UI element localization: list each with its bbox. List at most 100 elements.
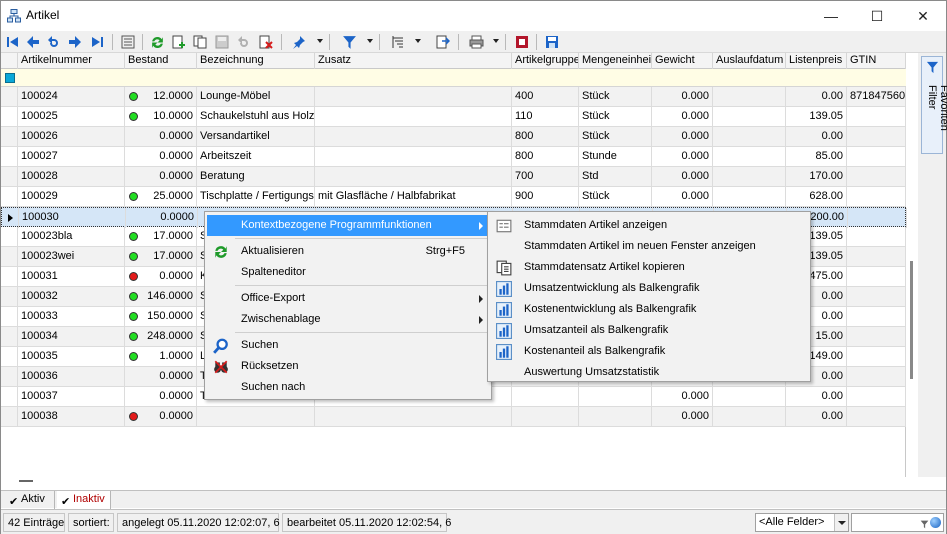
cell-bestand[interactable]: 146.0000	[125, 287, 197, 307]
cell-mengeneinheit[interactable]: Std	[579, 167, 652, 187]
cell-bezeichnung[interactable]: Beratung	[197, 167, 315, 187]
menu-item-kontextbezogene-programmfunktionen[interactable]: Kontextbezogene Programmfunktionen	[207, 215, 489, 236]
cell-auslaufdatum[interactable]	[713, 107, 786, 127]
cell-gtin[interactable]	[847, 167, 906, 187]
cell-artikelnummer[interactable]: 100029	[18, 187, 125, 207]
cell-artikelgruppe[interactable]	[512, 407, 579, 427]
save-layout-button[interactable]	[544, 34, 560, 50]
cell-artikelnummer[interactable]: 100024	[18, 87, 125, 107]
cell-zusatz[interactable]	[315, 127, 512, 147]
cell-mengeneinheit[interactable]: Stück	[579, 127, 652, 147]
cell-artikelnummer[interactable]: 100028	[18, 167, 125, 187]
cell-artikelnummer[interactable]: 100037	[18, 387, 125, 407]
header-gewicht[interactable]: Gewicht	[652, 53, 713, 69]
cell-auslaufdatum[interactable]	[713, 87, 786, 107]
cell-bezeichnung[interactable]: Arbeitszeit	[197, 147, 315, 167]
cell-bestand[interactable]: 10.0000	[125, 107, 197, 127]
row-indicator[interactable]	[1, 287, 18, 307]
undo-button[interactable]	[46, 34, 62, 50]
search-input[interactable]	[851, 513, 944, 532]
row-indicator[interactable]	[1, 107, 18, 127]
table-row[interactable]: 100024 12.0000 Lounge-Möbel 400 Stück 0.000 0.…	[1, 87, 906, 107]
submenu-item-stammdaten-neues-fenster[interactable]: Stammdaten Artikel im neuen Fenster anze…	[490, 236, 808, 257]
cell-bestand[interactable]: 0.0000	[125, 367, 197, 387]
cell-artikelgruppe[interactable]: 700	[512, 167, 579, 187]
row-indicator[interactable]	[1, 227, 18, 247]
cell-gtin[interactable]	[847, 107, 906, 127]
cell-gewicht[interactable]: 0.000	[652, 167, 713, 187]
cell-gewicht[interactable]: 0.000	[652, 387, 713, 407]
cell-bestand[interactable]: 17.0000	[125, 227, 197, 247]
row-indicator[interactable]	[1, 267, 18, 287]
filter-dropdown-icon[interactable]	[367, 39, 373, 43]
row-indicator[interactable]	[1, 167, 18, 187]
cell-gtin[interactable]	[847, 367, 906, 387]
cell-gtin[interactable]	[847, 307, 906, 327]
cell-artikelnummer[interactable]: 100036	[18, 367, 125, 387]
print-button[interactable]	[468, 34, 484, 50]
table-row[interactable]: 100026 0.0000 Versandartikel 800 Stück 0.000 0…	[1, 127, 906, 147]
row-indicator[interactable]	[1, 407, 18, 427]
cell-zusatz[interactable]	[315, 87, 512, 107]
view-button[interactable]	[120, 34, 136, 50]
cell-bestand[interactable]: 0.0000	[125, 127, 197, 147]
cell-mengeneinheit[interactable]: Stück	[579, 87, 652, 107]
submenu-item-auswertung-umsatzstatistik[interactable]: Auswertung Umsatzstatistik	[490, 362, 808, 383]
cell-listenpreis[interactable]: 85.00	[786, 147, 847, 167]
cell-artikelgruppe[interactable]: 900	[512, 187, 579, 207]
cell-listenpreis[interactable]: 139.05	[786, 107, 847, 127]
cell-artikelnummer[interactable]: 100031	[18, 267, 125, 287]
cell-gtin[interactable]	[847, 407, 906, 427]
cell-gtin[interactable]: 8718475607	[847, 87, 906, 107]
cell-listenpreis[interactable]: 170.00	[786, 167, 847, 187]
row-indicator[interactable]	[1, 147, 18, 167]
submenu-item-stammdaten-anzeigen[interactable]: Stammdaten Artikel anzeigen	[490, 215, 808, 236]
table-row[interactable]: 100025 10.0000 Schaukelstuhl aus Holz 110 St…	[1, 107, 906, 127]
cell-mengeneinheit[interactable]: Stück	[579, 107, 652, 127]
cell-artikelnummer[interactable]: 100023bla	[18, 227, 125, 247]
previous-record-button[interactable]	[25, 34, 41, 50]
submenu-item-kostenanteil[interactable]: Kostenanteil als Balkengrafik	[490, 341, 808, 362]
cell-mengeneinheit[interactable]: Stunde	[579, 147, 652, 167]
cell-artikelgruppe[interactable]: 800	[512, 147, 579, 167]
cell-gtin[interactable]	[847, 127, 906, 147]
table-row[interactable]: 100027 0.0000 Arbeitszeit 800 Stunde 0.000 85.…	[1, 147, 906, 167]
menu-item-zwischenablage[interactable]: Zwischenablage	[207, 309, 489, 330]
cell-gtin[interactable]	[847, 347, 906, 367]
table-row[interactable]: 100028 0.0000 Beratung 700 Std 0.000 170.00	[1, 167, 906, 187]
next-record-button[interactable]	[67, 34, 83, 50]
cell-gewicht[interactable]: 0.000	[652, 107, 713, 127]
cell-bestand[interactable]: 12.0000	[125, 87, 197, 107]
undo-changes-button[interactable]	[236, 34, 252, 50]
filter-button[interactable]	[341, 34, 357, 50]
cell-bezeichnung[interactable]: Lounge-Möbel	[197, 87, 315, 107]
cell-artikelnummer[interactable]: 100038	[18, 407, 125, 427]
cell-auslaufdatum[interactable]	[713, 127, 786, 147]
minimize-button[interactable]: —	[808, 1, 854, 31]
menu-item-suchen-nach[interactable]: Suchen nach	[207, 377, 489, 398]
maximize-button[interactable]: ☐	[854, 1, 900, 31]
cell-artikelgruppe[interactable]	[512, 387, 579, 407]
cell-bestand[interactable]: 0.0000	[125, 267, 197, 287]
cell-bezeichnung[interactable]: Tischplatte / Fertigungsliste	[197, 187, 315, 207]
cell-listenpreis[interactable]: 0.00	[786, 387, 847, 407]
cell-gtin[interactable]	[847, 187, 906, 207]
header-auslaufdatum[interactable]: Auslaufdatum	[713, 53, 786, 69]
cell-gtin[interactable]	[847, 227, 906, 247]
cell-mengeneinheit[interactable]: Stück	[579, 187, 652, 207]
row-indicator[interactable]	[1, 327, 18, 347]
submenu-item-stammdatensatz-kopieren[interactable]: Stammdatensatz Artikel kopieren	[490, 257, 808, 278]
submenu-item-kostenentwicklung[interactable]: Kostenentwicklung als Balkengrafik	[490, 299, 808, 320]
cell-bestand[interactable]: 150.0000	[125, 307, 197, 327]
cell-gtin[interactable]	[847, 387, 906, 407]
cell-artikelgruppe[interactable]: 400	[512, 87, 579, 107]
cell-bestand[interactable]: 0.0000	[125, 387, 197, 407]
cell-listenpreis[interactable]: 0.00	[786, 127, 847, 147]
cell-listenpreis[interactable]: 628.00	[786, 187, 847, 207]
row-indicator[interactable]	[1, 307, 18, 327]
cell-gewicht[interactable]: 0.000	[652, 407, 713, 427]
vertical-scrollbar[interactable]	[907, 53, 917, 477]
cell-artikelnummer[interactable]: 100026	[18, 127, 125, 147]
header-mengeneinheit[interactable]: Mengeneinheit	[579, 53, 652, 69]
export-button[interactable]	[435, 34, 451, 50]
